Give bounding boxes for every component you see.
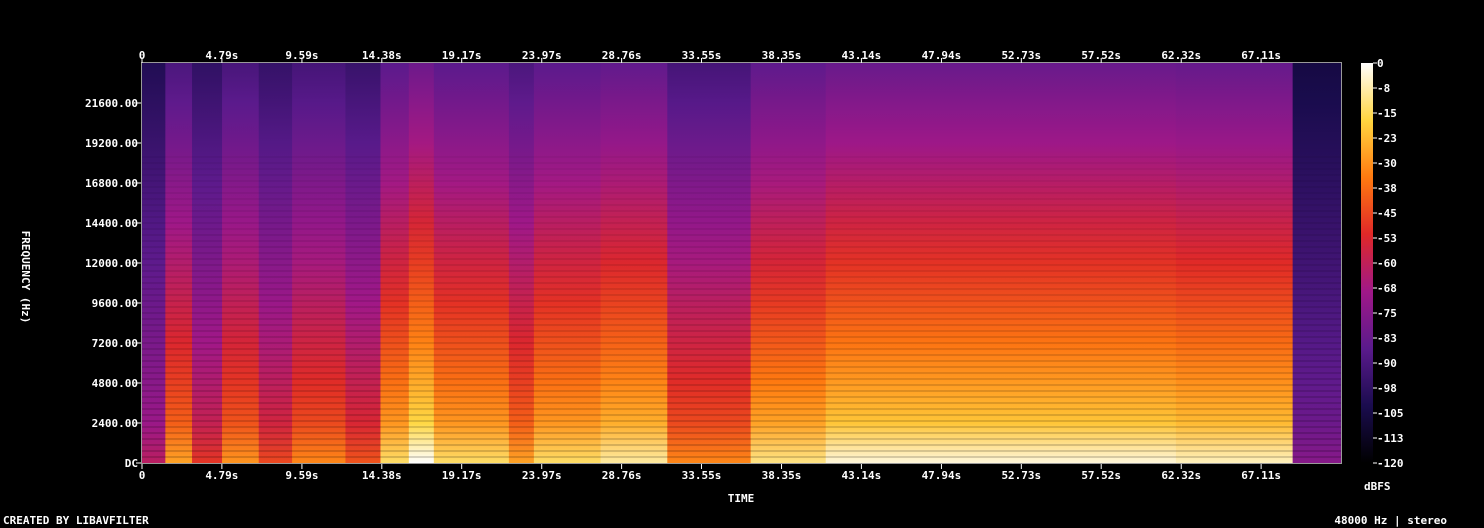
colorbar-tick-label: -68 [1377,282,1397,295]
x-tick-label-top: 38.35s [762,49,802,62]
x-tick-label-top: 19.17s [442,49,482,62]
x-tick-label-bottom: 33.55s [682,469,722,482]
colorbar-tick-label: -113 [1377,432,1404,445]
colorbar-tick-label: -53 [1377,232,1397,245]
x-tick-label-top: 52.73s [1001,49,1041,62]
x-tick-label-bottom: 28.76s [602,469,642,482]
colorbar-tick-label: -90 [1377,357,1397,370]
y-tick-label: 4800.00 [92,377,138,390]
y-tick-label: DC [125,457,138,470]
colorbar-tick-label: -45 [1377,207,1397,220]
colorbar-tick-label: -98 [1377,382,1397,395]
colorbar [1361,63,1373,463]
y-axis-label: FREQUENCY (Hz) [19,231,32,324]
colorbar-tick-label: -38 [1377,182,1397,195]
x-tick-label-bottom: 38.35s [762,469,802,482]
x-tick-label-top: 57.52s [1081,49,1121,62]
x-tick-label-bottom: 19.17s [442,469,482,482]
x-tick-label-top: 67.11s [1241,49,1281,62]
colorbar-label: dBFS [1364,480,1391,493]
x-tick-label-top: 62.32s [1161,49,1201,62]
x-tick-label-top: 4.79s [205,49,238,62]
x-tick-label-top: 33.55s [682,49,722,62]
colorbar-tick-label: -30 [1377,157,1397,170]
y-tick-label: 12000.00 [85,257,138,270]
footer-credit: CREATED BY LIBAVFILTER [3,514,149,527]
x-tick-label-bottom: 4.79s [205,469,238,482]
x-tick-label-top: 47.94s [922,49,962,62]
x-axis-top: 0 4.79s 9.59s 14.38s 19.17s 23.97s 28.76s 33.55… [139,49,1281,63]
colorbar-tick-label: -83 [1377,332,1397,345]
y-tick-label: 14400.00 [85,217,138,230]
x-tick-label-bottom: 9.59s [285,469,318,482]
colorbar-tick-label: -60 [1377,257,1397,270]
x-tick-label-bottom: 43.14s [842,469,882,482]
spectrogram-plot [142,63,1341,463]
x-tick-label-bottom: 52.73s [1001,469,1041,482]
x-axis-label: TIME [728,492,755,505]
y-tick-label: 21600.00 [85,97,138,110]
x-tick-label-top: 0 [139,49,146,62]
x-tick-label-top: 43.14s [842,49,882,62]
x-tick-label-bottom: 67.11s [1241,469,1281,482]
x-tick-label-bottom: 62.32s [1161,469,1201,482]
x-tick-label-bottom: 23.97s [522,469,562,482]
y-tick-label: 2400.00 [92,417,138,430]
x-tick-label-top: 9.59s [285,49,318,62]
x-axis-bottom: 0 4.79s 9.59s 14.38s 19.17s 23.97s 28.76s 33.55… [139,464,1281,482]
x-tick-label-top: 23.97s [522,49,562,62]
footer-format: 48000 Hz | stereo [1334,514,1447,527]
colorbar-tick-label: -105 [1377,407,1404,420]
colorbar-ticks: 0 -8 -15 -23 -30 -38 -45 -53 -60 -68 -75 -83 -90 -98 -… [1373,57,1404,470]
x-tick-label-bottom: 0 [139,469,146,482]
y-tick-label: 7200.00 [92,337,138,350]
y-tick-label: 9600.00 [92,297,138,310]
colorbar-tick-label: 0 [1377,57,1384,70]
y-axis: DC 2400.00 4800.00 7200.00 9600.00 12000.00 14… [85,97,141,470]
colorbar-tick-label: -23 [1377,132,1397,145]
spectrogram-chart: 0 4.79s 9.59s 14.38s 19.17s 23.97s 28.76s 33.55… [19,49,1404,505]
colorbar-tick-label: -15 [1377,107,1397,120]
y-tick-label: 19200.00 [85,137,138,150]
x-tick-label-bottom: 57.52s [1081,469,1121,482]
colorbar-tick-label: -8 [1377,82,1390,95]
colorbar-tick-label: -75 [1377,307,1397,320]
x-tick-label-top: 14.38s [362,49,402,62]
x-tick-label-top: 28.76s [602,49,642,62]
colorbar-tick-label: -120 [1377,457,1404,470]
x-tick-label-bottom: 47.94s [922,469,962,482]
x-tick-label-bottom: 14.38s [362,469,402,482]
y-tick-label: 16800.00 [85,177,138,190]
